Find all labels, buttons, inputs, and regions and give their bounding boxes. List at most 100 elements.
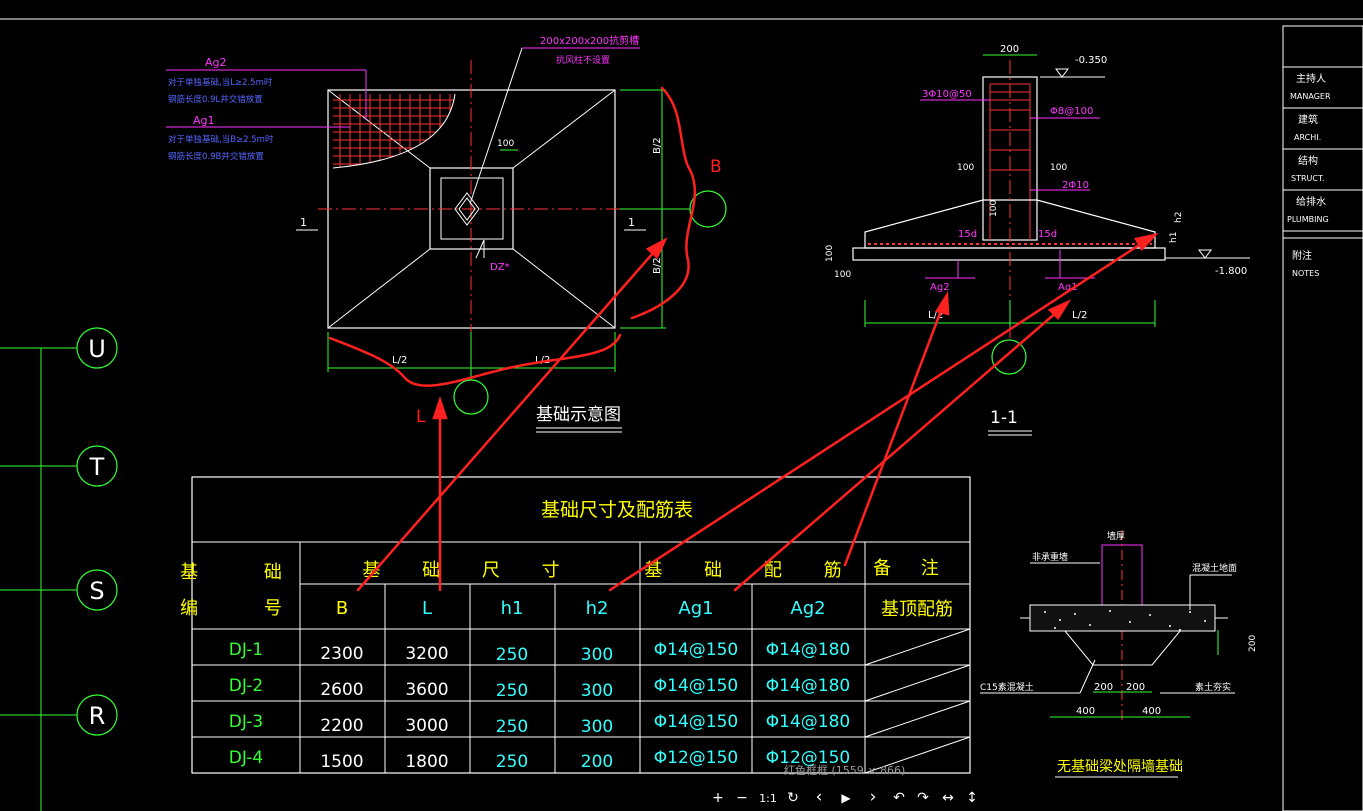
tb-plumb-en: PLUMBING bbox=[1287, 215, 1329, 224]
svg-text:1800: 1800 bbox=[405, 752, 448, 772]
section-title: 1-1 bbox=[990, 408, 1018, 428]
section-dim-200: 200 bbox=[1000, 44, 1019, 55]
svg-text:3000: 3000 bbox=[405, 716, 448, 736]
table-col-h2: h2 bbox=[586, 598, 609, 619]
plan-title: 基础示意图 bbox=[536, 405, 621, 425]
axis-bubble-u: U bbox=[76, 327, 118, 369]
foundation-plan: DZ* 1 1 100 B/2 B/2 L/2 L/2 200x200x200抗… bbox=[166, 34, 727, 433]
tb-struct-cn: 结构 bbox=[1298, 154, 1318, 167]
play-icon[interactable]: ▶ bbox=[841, 791, 851, 805]
section-elev-top: -0.350 bbox=[1075, 55, 1107, 66]
table-hdr-id-1: 基 础 bbox=[180, 562, 312, 583]
fit-height-icon[interactable]: ↕ bbox=[966, 790, 978, 806]
svg-text:Φ14@150: Φ14@150 bbox=[654, 676, 738, 696]
svg-text:T: T bbox=[89, 453, 105, 481]
section-h1: h1 bbox=[1169, 232, 1179, 243]
svg-text:2200: 2200 bbox=[320, 716, 363, 736]
tb-struct-en: STRUCT. bbox=[1291, 174, 1324, 183]
fit-width-icon[interactable]: ↔ bbox=[942, 790, 954, 806]
section-rebar-3: 3Φ10@50 bbox=[922, 89, 972, 100]
wall-dim-400-b: 400 bbox=[1142, 706, 1161, 717]
section-mark-left: 1 bbox=[300, 216, 307, 229]
section-mark-right: 1 bbox=[628, 216, 635, 229]
actual-size-button[interactable]: 1:1 bbox=[759, 792, 777, 805]
grid-axes: U T S R bbox=[0, 327, 118, 811]
wall-lbl-nonload: 非承重墙 bbox=[1032, 551, 1068, 563]
plan-dim-b2-bottom: B/2 bbox=[652, 257, 663, 274]
svg-text:Φ14@150: Φ14@150 bbox=[654, 712, 738, 732]
axis-bubble-t: T bbox=[76, 445, 118, 487]
section-dim-100-base: 100 bbox=[825, 245, 835, 262]
zoom-out-button[interactable]: − bbox=[736, 790, 748, 806]
plan-ag2-note-1: 对于单独基础,当L≥2.5m时 bbox=[168, 77, 273, 88]
svg-text:Φ14@180: Φ14@180 bbox=[766, 640, 850, 660]
plan-top-note-2: 抗风柱不设置 bbox=[556, 54, 610, 66]
prev-icon[interactable]: ‹ bbox=[816, 787, 823, 807]
table-row: DJ-1 2300 3200 250 300 Φ14@150 Φ14@180 bbox=[229, 640, 850, 665]
section-h2: h2 bbox=[1174, 212, 1184, 223]
section-dim-100-mid: 100 bbox=[989, 200, 999, 217]
wall-detail-title: 无基础梁处隔墙基础 bbox=[1057, 758, 1183, 775]
table-col-l: L bbox=[422, 598, 432, 619]
table-hdr-note: 备 注 bbox=[873, 558, 951, 579]
svg-text:1500: 1500 bbox=[320, 752, 363, 772]
tb-manager-en: MANAGER bbox=[1290, 92, 1331, 101]
plan-ag1-note-2: 钢筋长度0.9B并交错放置 bbox=[168, 151, 264, 162]
table-title: 基础尺寸及配筋表 bbox=[541, 499, 693, 521]
selection-info: 红色框框 (1559 × 866) bbox=[784, 763, 905, 777]
svg-text:Φ14@180: Φ14@180 bbox=[766, 712, 850, 732]
red-annotation-markup bbox=[328, 86, 1159, 592]
svg-text:Φ14@180: Φ14@180 bbox=[766, 676, 850, 696]
svg-text:200: 200 bbox=[581, 752, 613, 772]
svg-text:250: 250 bbox=[496, 681, 528, 701]
svg-text:R: R bbox=[89, 702, 106, 730]
dz-label: DZ* bbox=[490, 262, 510, 273]
wall-dim-200-side: 200 bbox=[1248, 635, 1258, 652]
next-icon[interactable]: › bbox=[870, 787, 877, 807]
svg-text:250: 250 bbox=[496, 645, 528, 665]
table-row: DJ-2 2600 3600 250 300 Φ14@150 Φ14@180 bbox=[229, 676, 850, 701]
section-rebar-2: 2Φ10 bbox=[1062, 180, 1089, 191]
table-col-h1: h1 bbox=[501, 598, 524, 619]
table-row: DJ-3 2200 3000 250 300 Φ14@150 Φ14@180 bbox=[229, 712, 850, 737]
wall-lbl-ground: 混凝土地面 bbox=[1192, 562, 1237, 574]
svg-text:250: 250 bbox=[496, 752, 528, 772]
section-rebar-phi8: Φ8@100 bbox=[1050, 106, 1093, 117]
wall-lbl-soil: 素土夯实 bbox=[1195, 681, 1231, 693]
section-dim-100-edge: 100 bbox=[834, 270, 851, 280]
plan-ag1-note-1: 对于单独基础,当B≥2.5m时 bbox=[168, 134, 274, 145]
section-dim-100-right: 100 bbox=[1050, 163, 1067, 173]
plan-ag1-label: Ag1 bbox=[193, 114, 215, 127]
undo-icon[interactable]: ↶ bbox=[893, 790, 905, 806]
wall-lbl-c15: C15素混凝土 bbox=[980, 681, 1034, 693]
section-ag2: Ag2 bbox=[930, 282, 950, 293]
tb-notes-en: NOTES bbox=[1292, 269, 1319, 278]
tb-archi-cn: 建筑 bbox=[1298, 113, 1318, 126]
svg-text:Φ14@150: Φ14@150 bbox=[654, 640, 738, 660]
tb-manager-cn: 主持人 bbox=[1296, 72, 1326, 85]
svg-text:DJ-2: DJ-2 bbox=[229, 676, 263, 696]
plan-ag2-note-2: 钢筋长度0.9L并交错放置 bbox=[168, 94, 263, 105]
table-row: DJ-4 1500 1800 250 200 Φ12@150 Φ12@150 bbox=[229, 748, 850, 772]
wall-dim-200-a: 200 bbox=[1094, 682, 1113, 693]
wall-lbl-top: 墙厚 bbox=[1107, 530, 1125, 542]
svg-text:3600: 3600 bbox=[405, 680, 448, 700]
foundation-table: 基础尺寸及配筋表 基 础 编 号 基 础 尺 寸 基 础 配 筋 备 注 B L… bbox=[180, 476, 971, 774]
zoom-in-button[interactable]: + bbox=[712, 790, 724, 806]
refresh-icon[interactable]: ↻ bbox=[787, 790, 799, 806]
table-col-ag2: Ag2 bbox=[790, 598, 825, 619]
annotation-b: B bbox=[710, 157, 722, 177]
svg-text:DJ-1: DJ-1 bbox=[229, 640, 263, 660]
svg-text:U: U bbox=[88, 335, 106, 363]
table-hdr-id-2: 编 号 bbox=[180, 598, 312, 619]
wall-dim-200-b: 200 bbox=[1126, 682, 1145, 693]
svg-text:250: 250 bbox=[496, 717, 528, 737]
section-15d-left: 15d bbox=[958, 229, 977, 240]
svg-text:300: 300 bbox=[581, 717, 613, 737]
table-col-b: B bbox=[336, 598, 348, 619]
redo-icon[interactable]: ↷ bbox=[917, 790, 929, 806]
svg-text:DJ-3: DJ-3 bbox=[229, 712, 263, 732]
cad-drawing-canvas[interactable]: 主持人 MANAGER 建筑 ARCHI. 结构 STRUCT. 给排水 PLU… bbox=[0, 0, 1363, 811]
axis-bubble-r: R bbox=[76, 694, 118, 736]
wall-foundation-detail: 200 200 200 400 400 墙厚 非承重墙 混凝土地面 C15素混凝… bbox=[980, 530, 1258, 778]
